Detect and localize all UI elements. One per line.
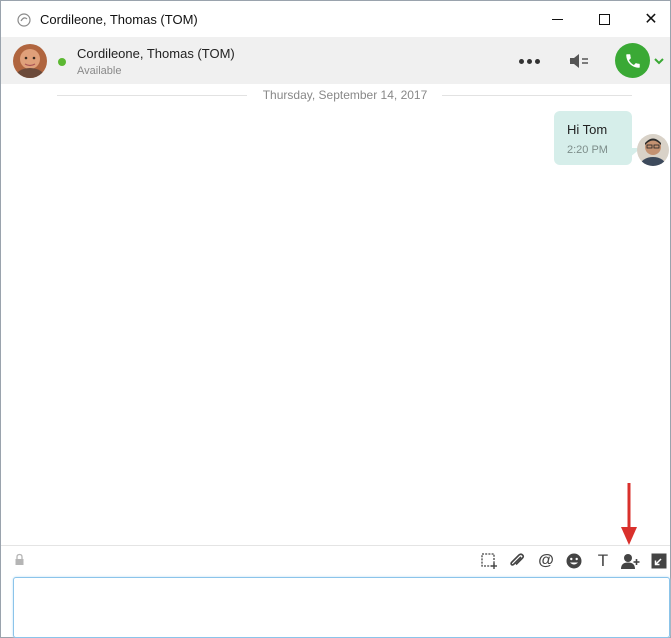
speaker-icon [570,54,588,68]
maximize-button[interactable] [581,1,627,37]
emoji-button[interactable] [564,551,584,571]
message-text: Hi Tom [567,122,608,137]
call-options-chevron[interactable] [653,54,665,66]
app-logo-icon [17,13,31,27]
add-participant-button[interactable] [620,551,640,571]
contact-name[interactable]: Cordileone, Thomas (TOM) [77,46,235,61]
attach-file-button[interactable] [507,551,527,571]
date-separator-text: Thursday, September 14, 2017 [262,88,428,102]
more-dot [526,58,532,64]
message-input-container [13,577,670,638]
expand-icon [651,553,667,569]
message-time: 2:20 PM [567,144,608,156]
minimize-button[interactable] [534,1,580,37]
audio-settings-button[interactable] [567,50,591,72]
call-button[interactable] [615,43,650,78]
divider [57,95,247,96]
title-bar: Cordileone, Thomas (TOM) ✕ [1,1,670,37]
contact-avatar[interactable] [13,44,47,78]
lock-icon [14,553,25,566]
add-participant-icon [621,554,640,569]
conversation-pane[interactable]: Thursday, September 14, 2017 Hi Tom 2:20… [1,84,670,544]
maximize-icon [598,13,610,25]
contact-header: Cordileone, Thomas (TOM) Available [1,37,670,84]
divider [442,95,632,96]
message-input[interactable] [14,578,669,637]
mention-icon: @ [538,552,554,569]
phone-icon [625,53,640,68]
presence-indicator [58,58,66,66]
minimize-icon [551,19,563,20]
emoji-icon [566,553,582,569]
close-icon: ✕ [644,11,658,28]
close-button[interactable]: ✕ [628,1,671,37]
contact-status: Available [77,65,122,77]
window-title: Cordileone, Thomas (TOM) [40,12,198,27]
chat-window: Cordileone, Thomas (TOM) ✕ Cordileone, T… [0,0,671,638]
screenshot-icon [481,553,497,569]
text-format-button[interactable]: T [593,551,613,571]
compose-toolbar: @ T [1,545,670,575]
annotation-arrow [620,483,638,549]
format-text-icon: T [597,551,609,570]
date-separator: Thursday, September 14, 2017 [57,84,632,106]
my-avatar [637,134,669,166]
more-dot [518,58,524,64]
more-dot [534,58,540,64]
mention-button[interactable]: @ [536,551,556,571]
paperclip-icon [510,553,525,566]
message-bubble[interactable]: Hi Tom 2:20 PM [554,111,632,165]
chevron-down-icon [654,58,664,65]
expand-button[interactable] [649,551,669,571]
screenshot-button[interactable] [479,551,499,571]
more-options-button[interactable] [515,49,543,73]
